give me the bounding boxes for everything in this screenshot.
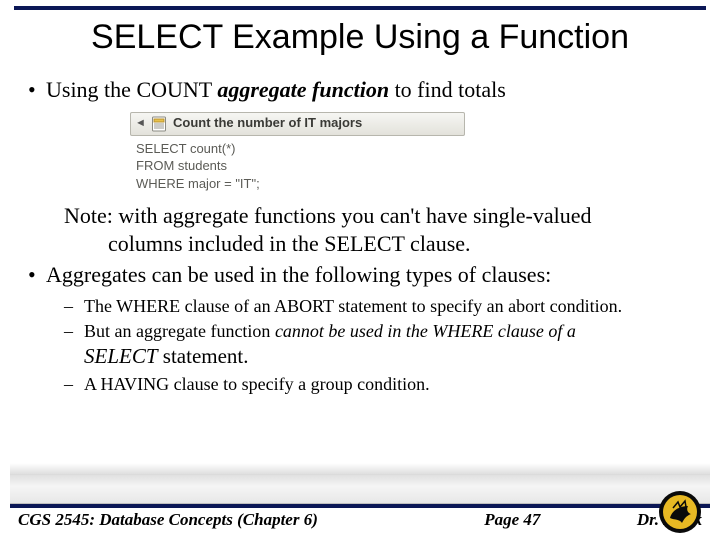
slide-title: SELECT Example Using a Function <box>0 18 720 57</box>
sql-example: ◄ Count the number of IT majors SELECT c… <box>130 112 465 193</box>
sql-line-1: SELECT count(*) <box>136 140 465 158</box>
footer-band <box>10 474 710 504</box>
slide-body: Using the COUNT aggregate function to fi… <box>24 72 696 398</box>
sub-cannot-where-select: But an aggregate function cannot be used… <box>24 320 696 371</box>
sub-having: A HAVING clause to specify a group condi… <box>24 373 696 396</box>
clause-sublist: The WHERE clause of an ABORT statement t… <box>24 295 696 396</box>
slide: SELECT Example Using a Function Using th… <box>0 0 720 540</box>
table-document-icon <box>151 116 167 132</box>
bullet1-text-em: aggregate function <box>217 77 389 102</box>
sql-line-2: FROM students <box>136 157 465 175</box>
sql-example-title: Count the number of IT majors <box>173 115 362 131</box>
back-arrow-icon: ◄ <box>135 117 145 131</box>
sub-b-em: cannot be used in the WHERE clause of a <box>275 321 576 341</box>
sub-where-abort: The WHERE clause of an ABORT statement t… <box>24 295 696 318</box>
bullet-aggregate-clauses: Aggregates can be used in the following … <box>24 261 696 289</box>
top-rule <box>14 6 706 10</box>
bullet-count-aggregate: Using the COUNT aggregate function to fi… <box>24 76 696 104</box>
sql-line-3: WHERE major = "IT"; <box>136 175 465 193</box>
sub-b-pre: But an aggregate function <box>84 321 275 341</box>
sql-example-titlebar: ◄ Count the number of IT majors <box>130 112 465 136</box>
note-line1: Note: with aggregate functions you can't… <box>64 203 592 228</box>
sub-b-line2-em: SELECT <box>84 344 158 368</box>
note-aggregate-restriction: Note: with aggregate functions you can't… <box>64 202 696 257</box>
footer: CGS 2545: Database Concepts (Chapter 6) … <box>18 510 702 534</box>
bullet1-text-pre: Using the COUNT <box>46 77 217 102</box>
bottom-rule <box>10 504 710 508</box>
ucf-pegasus-seal-icon <box>658 490 702 534</box>
sub-b-line2-post: statement. <box>158 344 249 368</box>
footer-course: CGS 2545: Database Concepts (Chapter 6) <box>18 510 318 530</box>
note-line2: columns included in the SELECT clause. <box>64 230 696 258</box>
sql-code: SELECT count(*) FROM students WHERE majo… <box>130 136 465 193</box>
bullet1-text-post: to find totals <box>389 77 506 102</box>
footer-page: Page 47 <box>318 510 637 530</box>
